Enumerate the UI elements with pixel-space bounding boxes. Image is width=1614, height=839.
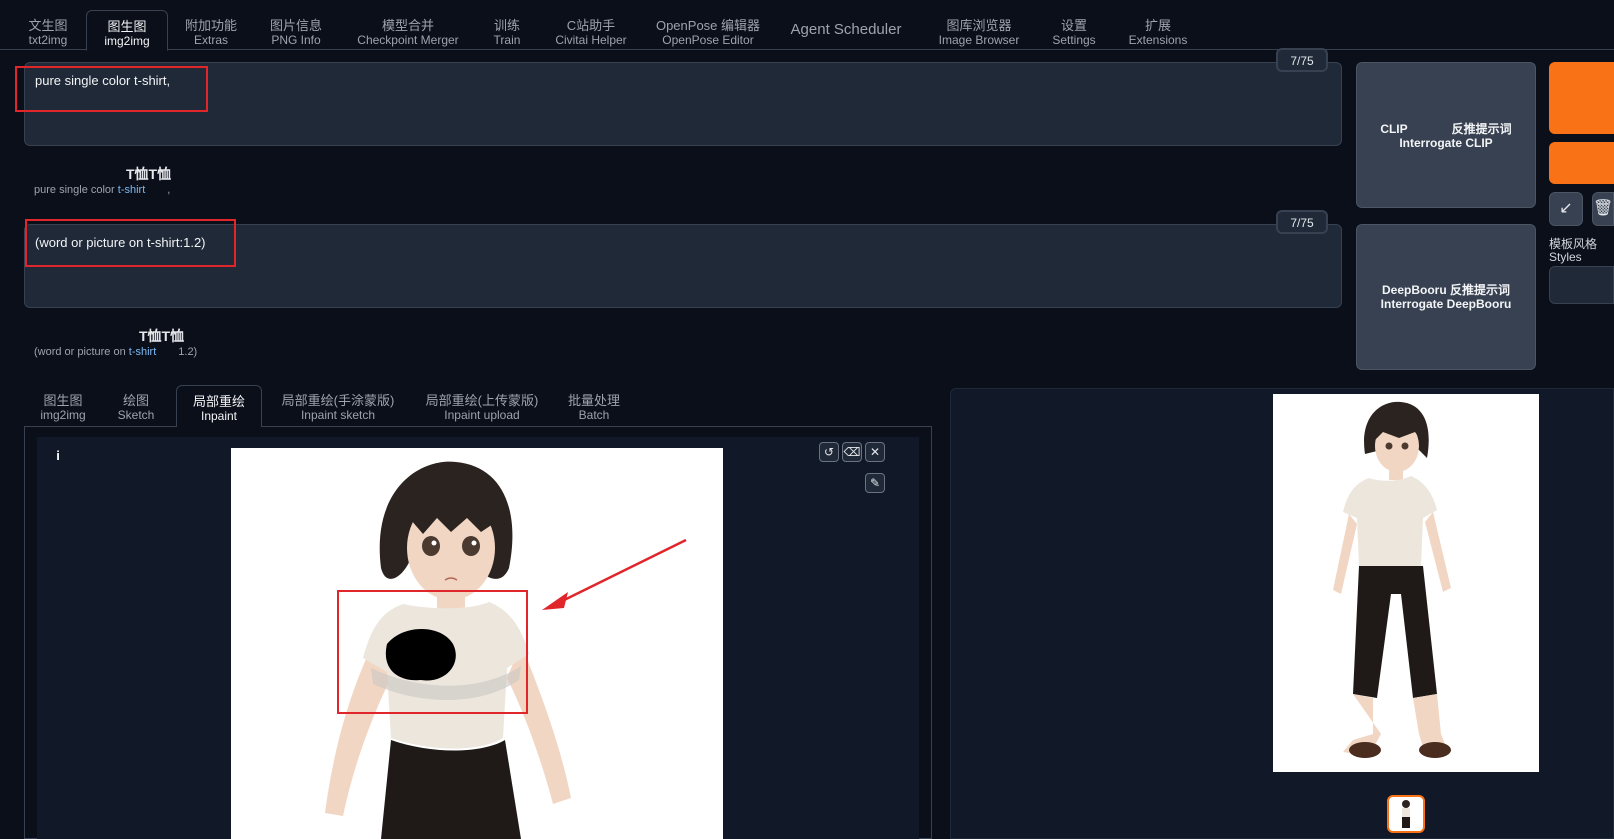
tab-settings[interactable]: 设置 Settings [1046, 10, 1102, 50]
tab-label: Agent Scheduler [790, 21, 902, 38]
tab-label-zh: C站助手 [566, 18, 616, 33]
prompt-translation: T恤T恤 pure single color t-shirt, [34, 164, 334, 196]
annotation-box-prompt [15, 66, 208, 112]
subtab-inpaint-sketch[interactable]: 局部重绘(手涂蒙版) Inpaint sketch [276, 385, 400, 427]
tab-checkpoint-merger[interactable]: 模型合并 Checkpoint Merger [350, 10, 466, 50]
tab-image-browser[interactable]: 图库浏览器 Image Browser [928, 10, 1030, 50]
tab-label-zh: 设置 [1060, 18, 1087, 33]
tab-label-zh: 图生图 [107, 19, 147, 34]
tab-openpose-editor[interactable]: OpenPose 编辑器 OpenPose Editor [652, 10, 764, 50]
tab-label-en: Extras [193, 33, 228, 47]
translation-highlight[interactable]: t-shirt [118, 184, 146, 196]
tab-label-en: Extensions [1128, 33, 1188, 47]
generate-button[interactable] [1549, 62, 1614, 134]
interrogate-deepbooru-button[interactable]: DeepBooru 反推提示词 Interrogate DeepBooru [1356, 224, 1536, 370]
eraser-button[interactable]: ⌫ [842, 442, 862, 462]
subtab-batch[interactable]: 批量处理 Batch [564, 385, 624, 427]
button-label-en: Interrogate CLIP [1399, 136, 1493, 150]
brush-button[interactable]: ✎ [865, 473, 885, 493]
brush-icon: ✎ [869, 476, 881, 490]
prompt-token-counter: 7/75 [1276, 48, 1328, 72]
negative-prompt-translation: T恤T恤 (word or picture on t-shirt 1.2) [34, 326, 334, 358]
tab-label-zh: 图库浏览器 [946, 18, 1012, 33]
tab-label-zh: 训练 [493, 18, 520, 33]
translation-text-post: 1.2) [178, 346, 198, 358]
tab-label-zh: 文生图 [28, 18, 68, 33]
close-icon: ✕ [869, 445, 881, 459]
button-label-zh: DeepBooru 反推提示词 [1381, 283, 1510, 297]
tab-label-zh: 附加功能 [184, 18, 237, 33]
tab-civitai-helper[interactable]: C站助手 Civitai Helper [548, 10, 634, 50]
tab-label-zh: 扩展 [1144, 18, 1171, 33]
annotation-box-negative-prompt [25, 219, 236, 267]
output-image[interactable] [1273, 394, 1539, 772]
trash-icon: 🗑 [1593, 200, 1614, 217]
output-girl-illustration [1333, 401, 1451, 758]
tab-label-en: Checkpoint Merger [357, 33, 459, 47]
tab-label-en: Civitai Helper [555, 33, 627, 47]
tab-label-en: Settings [1052, 33, 1096, 47]
undo-icon: ↺ [823, 445, 835, 459]
tab-png-info[interactable]: 图片信息 PNG Info [260, 10, 332, 50]
undo-button[interactable]: ↺ [819, 442, 839, 462]
button-label-zh: CLIP 反推提示词 [1380, 122, 1512, 136]
thumbnail-image [1402, 800, 1410, 828]
translation-text-pre: (word or picture on [34, 346, 129, 358]
secondary-action-button[interactable] [1549, 142, 1614, 184]
translation-title: T恤T恤 [126, 166, 172, 182]
subtab-sketch[interactable]: 绘图 Sketch [110, 385, 162, 427]
interrogate-clip-button[interactable]: CLIP 反推提示词 Interrogate CLIP [1356, 62, 1536, 208]
tab-train[interactable]: 训练 Train [484, 10, 530, 50]
clear-prompt-button[interactable]: 🗑 [1592, 192, 1614, 226]
info-icon[interactable]: i [51, 449, 65, 463]
subtab-inpaint[interactable]: 局部重绘 Inpaint [176, 385, 262, 428]
annotation-arrow [542, 538, 687, 610]
translation-text-post: , [167, 184, 171, 196]
prompt-input[interactable]: pure single color t-shirt, [24, 62, 1342, 146]
tab-label-en: Image Browser [938, 33, 1020, 47]
tab-label-en: PNG Info [271, 33, 321, 47]
gallery-thumbnail[interactable] [1387, 795, 1425, 833]
translation-title: T恤T恤 [139, 328, 185, 344]
subtab-img2img[interactable]: 图生图 img2img [34, 385, 92, 427]
translation-highlight[interactable]: t-shirt [129, 346, 157, 358]
eraser-icon: ⌫ [843, 445, 861, 459]
tab-label-en: Train [493, 33, 521, 47]
tab-label-zh: OpenPose 编辑器 [655, 18, 761, 33]
tab-txt2img[interactable]: 文生图 txt2img [18, 10, 78, 50]
tab-label-en: OpenPose Editor [662, 33, 754, 47]
button-label-en: Interrogate DeepBooru [1380, 297, 1512, 311]
tab-img2img[interactable]: 图生图 img2img [86, 10, 168, 51]
main-tab-bar: 文生图 txt2img 图生图 img2img 附加功能 Extras 图片信息… [0, 0, 1614, 51]
arrow-down-left-icon: ↙ [1559, 200, 1573, 217]
close-button[interactable]: ✕ [865, 442, 885, 462]
annotation-box-mask [337, 590, 528, 714]
negative-prompt-token-counter: 7/75 [1276, 210, 1328, 234]
output-gallery [950, 388, 1614, 839]
styles-label: 模板风格 Styles [1549, 237, 1598, 264]
apply-style-button[interactable]: ↙ [1549, 192, 1583, 226]
tab-extensions[interactable]: 扩展 Extensions [1120, 10, 1196, 50]
tab-label-en: img2img [104, 34, 150, 48]
translation-text-pre: pure single color [34, 184, 118, 196]
tab-label-zh: 图片信息 [269, 18, 322, 33]
subtab-inpaint-upload[interactable]: 局部重绘(上传蒙版) Inpaint upload [420, 385, 544, 427]
tab-extras[interactable]: 附加功能 Extras [178, 10, 244, 50]
tab-label-en: txt2img [28, 33, 68, 47]
img2img-mode-tabs: 图生图 img2img 绘图 Sketch 局部重绘 Inpaint 局部重绘(… [24, 385, 932, 428]
tab-agent-scheduler[interactable]: Agent Scheduler [782, 10, 910, 50]
tab-label-zh: 模型合并 [381, 18, 434, 33]
styles-dropdown[interactable] [1549, 266, 1614, 304]
